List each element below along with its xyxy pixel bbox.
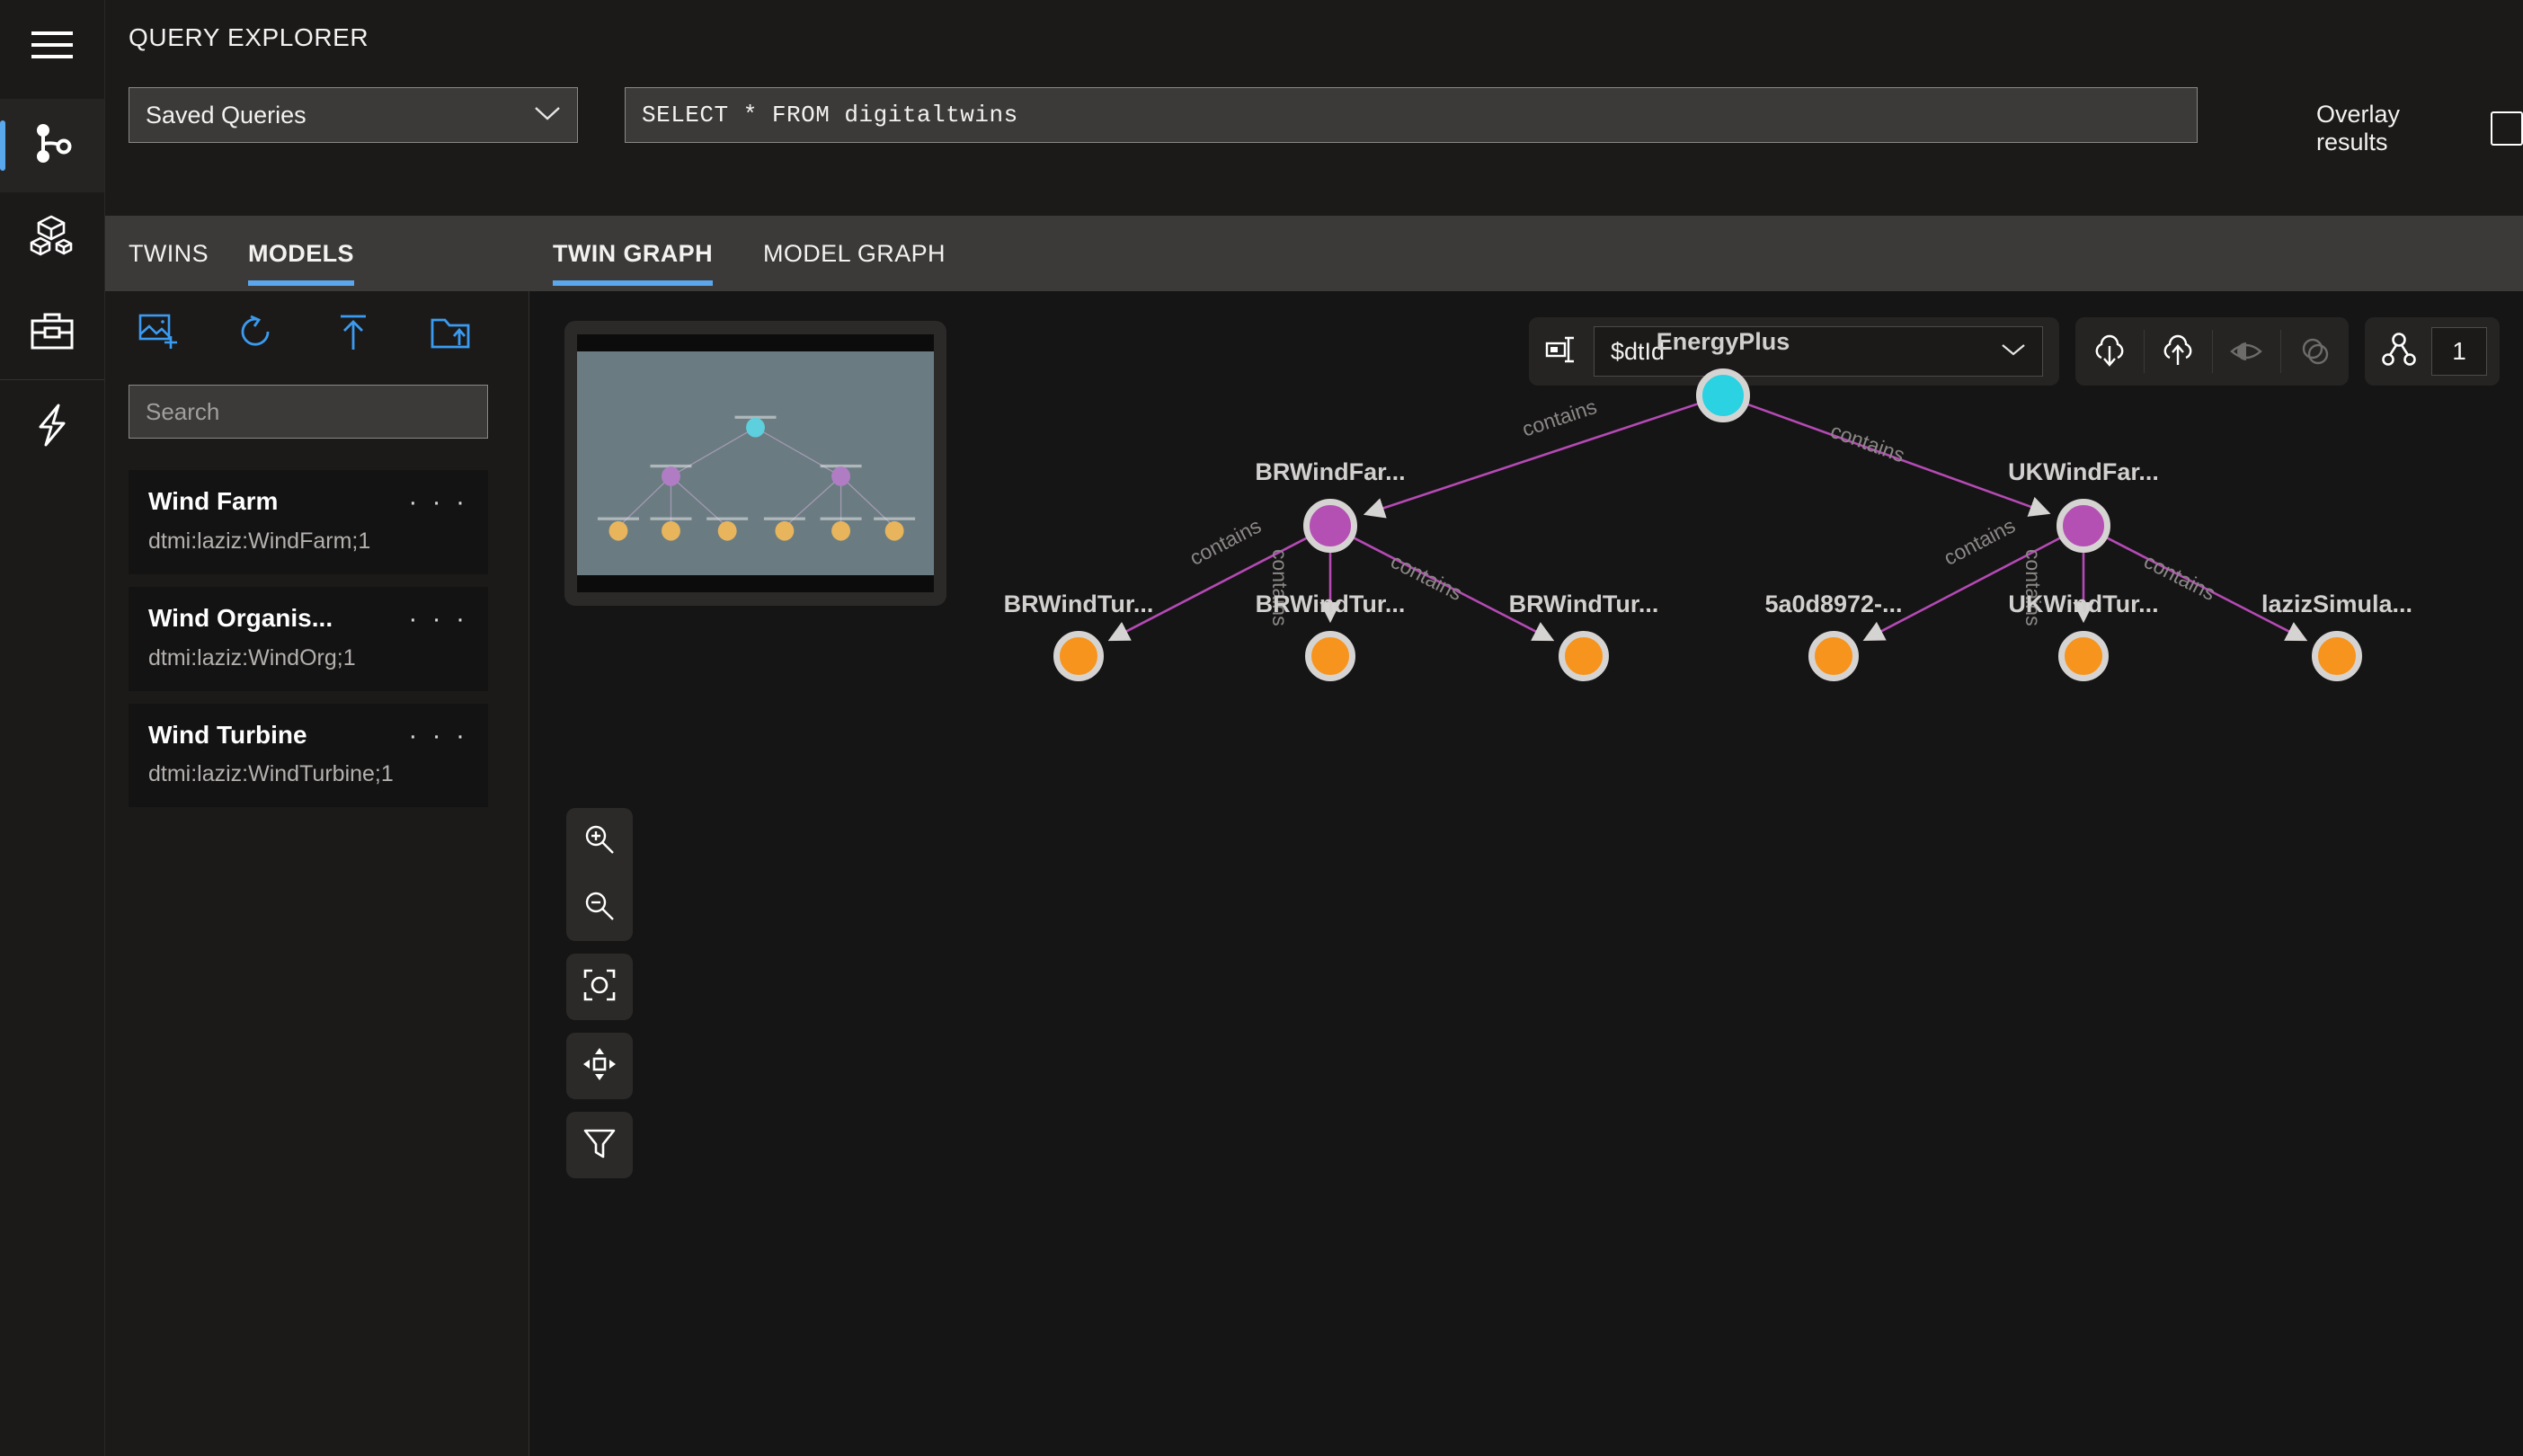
node-label: BRWindTur... <box>1255 590 1406 617</box>
overlay-results-checkbox[interactable] <box>2490 111 2523 146</box>
graph-node[interactable] <box>1053 631 1104 681</box>
chevron-down-icon <box>534 105 561 126</box>
graph-canvas[interactable]: $dtId 1 contains contains contains conta… <box>529 291 2523 1456</box>
graph-node[interactable] <box>2057 499 2110 553</box>
sidebar-item-tools[interactable] <box>0 286 104 379</box>
app-root: QUERY EXPLORER Saved Queries SELECT * FR… <box>0 0 2523 1456</box>
search-input-wrapper[interactable] <box>129 385 488 439</box>
upload-model-icon[interactable] <box>330 309 377 356</box>
node-label: 5a0d8972-... <box>1764 590 1903 617</box>
graph-node[interactable] <box>1696 368 1750 422</box>
node-label: EnergyPlus <box>1656 328 1790 355</box>
models-toolbar <box>105 291 529 374</box>
list-item[interactable]: Wind Organis... · · · dtmi:laziz:WindOrg… <box>129 586 488 691</box>
sidebar-item-twin-graph[interactable] <box>0 99 104 192</box>
left-rail <box>0 0 105 1456</box>
tab-twins[interactable]: TWINS <box>129 216 209 291</box>
model-list: Wind Farm · · · dtmi:laziz:WindFarm;1 Wi… <box>129 470 488 820</box>
tab-models[interactable]: MODELS <box>248 216 354 291</box>
graph-node[interactable] <box>1559 631 1609 681</box>
graph-tab-bar: TWIN GRAPH MODEL GRAPH <box>529 216 2523 291</box>
model-name: Wind Farm <box>148 487 279 515</box>
graph-node[interactable] <box>1303 499 1357 553</box>
node-label: BRWindFar... <box>1255 458 1406 485</box>
overlay-results-label: Overlay results <box>2316 101 2401 155</box>
panel-tab-bar: TWINS MODELS <box>105 216 529 291</box>
model-id: dtmi:laziz:WindOrg;1 <box>148 644 356 670</box>
node-label: BRWindTur... <box>1003 590 1154 617</box>
model-name: Wind Organis... <box>148 603 333 632</box>
model-more-button[interactable]: · · · <box>408 722 468 749</box>
saved-queries-dropdown[interactable]: Saved Queries <box>129 87 578 143</box>
cubes-icon <box>28 213 76 266</box>
graph-node[interactable] <box>1305 631 1355 681</box>
graph-node[interactable] <box>1808 631 1859 681</box>
node-label: UKWindTur... <box>2008 590 2159 617</box>
node-label: BRWindTur... <box>1508 590 1659 617</box>
search-input[interactable] <box>146 397 471 426</box>
hamburger-menu-button[interactable] <box>0 0 104 93</box>
tab-twin-graph[interactable]: TWIN GRAPH <box>553 216 713 291</box>
upload-model-folder-icon[interactable] <box>427 309 474 356</box>
graph-area: TWIN GRAPH MODEL GRAPH $dtId 1 contains … <box>529 216 2523 1456</box>
query-input[interactable]: SELECT * FROM digitaltwins <box>625 87 2198 143</box>
model-id: dtmi:laziz:WindTurbine;1 <box>148 761 394 787</box>
graph-node[interactable] <box>2058 631 2109 681</box>
model-more-button[interactable]: · · · <box>408 488 468 516</box>
model-more-button[interactable]: · · · <box>408 605 468 632</box>
overlay-results-control[interactable]: Overlay results <box>2316 101 2523 156</box>
twin-graph-diagram: contains contains contains contains contains… <box>529 291 2523 1456</box>
create-model-image-icon[interactable] <box>136 309 182 356</box>
graph-node[interactable] <box>2312 631 2362 681</box>
lightning-bolt-icon <box>31 402 73 453</box>
node-label: UKWindFar... <box>2008 458 2159 485</box>
graph-branch-icon <box>29 120 76 172</box>
saved-queries-label: Saved Queries <box>146 101 306 129</box>
sidebar-item-events[interactable] <box>0 380 104 474</box>
tab-model-graph[interactable]: MODEL GRAPH <box>763 216 946 291</box>
model-name: Wind Turbine <box>148 720 307 749</box>
refresh-icon[interactable] <box>233 309 280 356</box>
graph-nodes: EnergyPlus BRWindFar... UKWindFar... BRWind… <box>529 291 2523 1456</box>
models-panel: TWINS MODELS Search Wind Farm · · · dtmi… <box>105 216 529 1456</box>
toolbox-icon <box>29 309 76 357</box>
hamburger-icon <box>31 30 73 65</box>
list-item[interactable]: Wind Turbine · · · dtmi:laziz:WindTurbin… <box>129 703 488 808</box>
sidebar-item-models[interactable] <box>0 192 104 286</box>
model-id: dtmi:laziz:WindFarm;1 <box>148 528 371 554</box>
query-text: SELECT * FROM digitaltwins <box>642 102 1018 129</box>
node-label: lazizSimula... <box>2261 590 2413 617</box>
list-item[interactable]: Wind Farm · · · dtmi:laziz:WindFarm;1 <box>129 470 488 574</box>
page-title: QUERY EXPLORER <box>129 23 369 51</box>
top-bar: QUERY EXPLORER Saved Queries SELECT * FR… <box>105 0 2523 216</box>
